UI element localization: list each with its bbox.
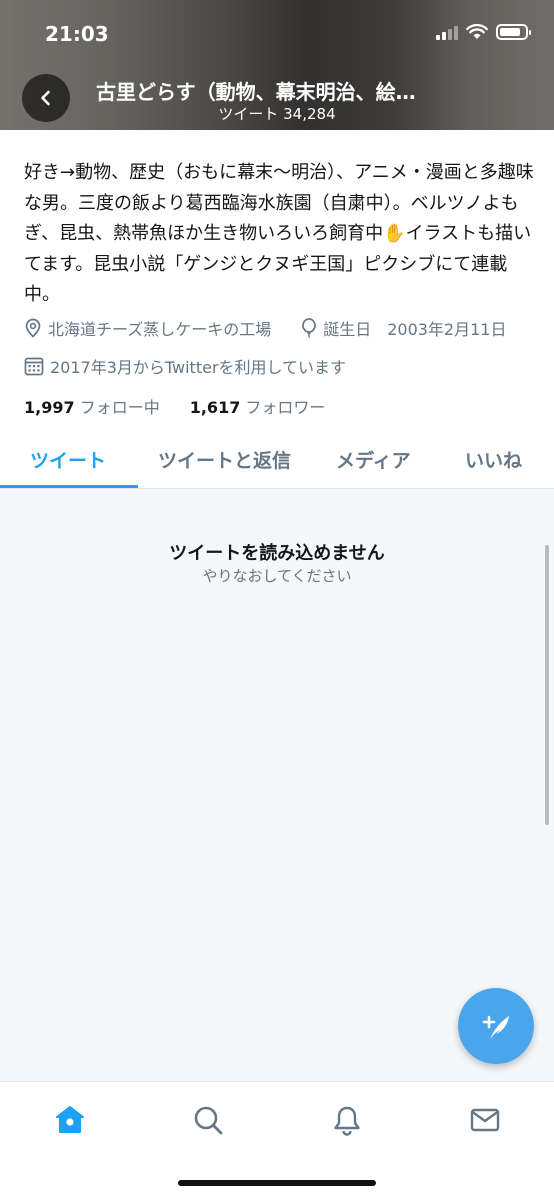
battery-icon	[496, 24, 531, 40]
follow-stats: 1,997 フォロー中 1,617 フォロワー	[24, 394, 325, 418]
battery-level	[500, 28, 521, 36]
profile-birthday: 誕生日 2003年2月11日	[323, 320, 507, 339]
bell-icon	[334, 1106, 360, 1136]
following-link[interactable]: 1,997 フォロー中	[24, 394, 160, 418]
calendar-icon	[24, 357, 44, 376]
compose-tweet-button[interactable]	[458, 988, 534, 1064]
profile-bio: 好き→動物、歴史（おもに幕末〜明治）、アニメ・漫画と多趣味な男。三度の飯より葛西…	[24, 162, 534, 305]
nav-notifications[interactable]	[327, 1100, 367, 1140]
profile-location: 北海道チーズ蒸しケーキの工場	[48, 320, 272, 339]
header-title: 古里どらす（動物、幕末明治、絵…	[96, 80, 416, 104]
profile-header-banner: 21:03 古里どらす（動物、幕末明治、絵… ツイート 34,284	[0, 0, 554, 130]
profile-joined-date: 2017年3月からTwitterを利用しています	[50, 358, 347, 377]
location-pin-icon	[25, 318, 41, 338]
search-icon	[194, 1106, 223, 1135]
compose-feather-icon	[482, 1015, 509, 1039]
nav-messages[interactable]	[465, 1100, 505, 1140]
tab-media[interactable]: メディア	[336, 446, 411, 473]
retry-message[interactable]: やりなおしてください	[0, 565, 554, 586]
profile-tabs: ツイート ツイートと返信 メディア いいね	[0, 436, 554, 489]
balloon-icon	[302, 318, 317, 338]
timeline-area: ツイートを読み込めません やりなおしてください	[0, 489, 554, 1081]
nav-home[interactable]	[50, 1100, 90, 1140]
following-count: 1,997	[24, 398, 75, 417]
home-icon	[56, 1106, 84, 1133]
profile-joined-row: 2017年3月からTwitterを利用しています	[24, 354, 346, 378]
scrollbar[interactable]	[545, 545, 549, 825]
wifi-icon	[466, 24, 488, 39]
followers-link[interactable]: 1,617 フォロワー	[190, 394, 326, 418]
followers-count: 1,617	[189, 398, 241, 417]
status-icons	[436, 24, 531, 40]
following-label: フォロー中	[79, 398, 160, 417]
tab-tweets-and-replies[interactable]: ツイートと返信	[158, 446, 291, 473]
status-time: 21:03	[45, 22, 109, 46]
tab-likes[interactable]: いいね	[465, 446, 522, 473]
profile-meta-row: 北海道チーズ蒸しケーキの工場 誕生日 2003年2月11日	[24, 316, 506, 340]
followers-label: フォロワー	[245, 398, 326, 417]
tab-tweets[interactable]: ツイート	[30, 446, 106, 473]
active-tab-indicator	[0, 485, 138, 488]
cellular-signal-icon	[436, 24, 458, 40]
nav-search[interactable]	[188, 1100, 228, 1140]
mail-icon	[470, 1108, 500, 1132]
header-tweet-count: ツイート 34,284	[218, 105, 336, 123]
error-title: ツイートを読み込めません	[169, 543, 385, 564]
home-indicator[interactable]	[178, 1180, 376, 1186]
